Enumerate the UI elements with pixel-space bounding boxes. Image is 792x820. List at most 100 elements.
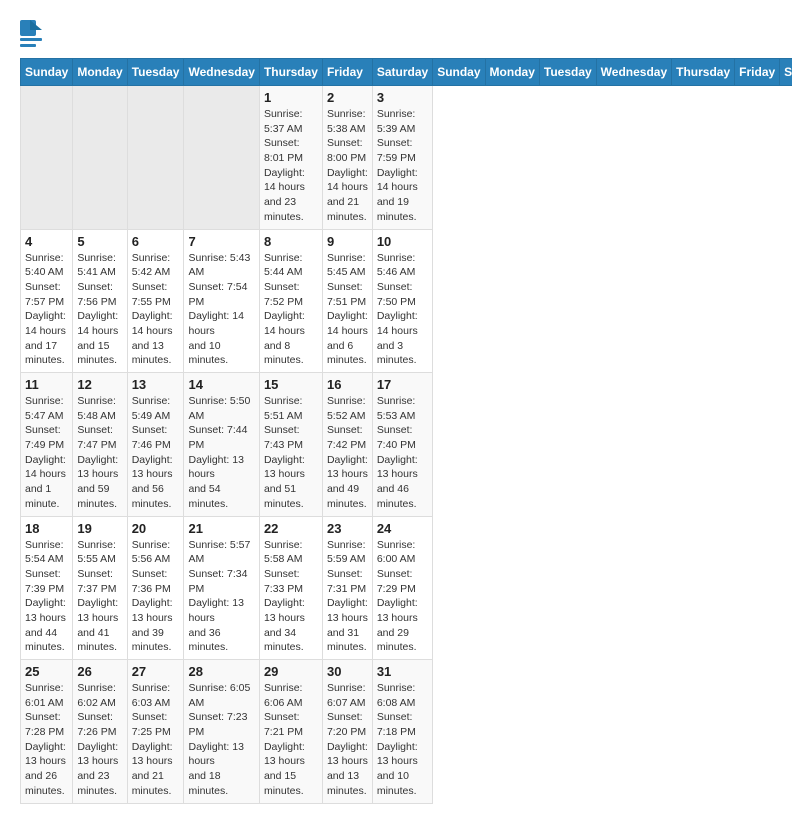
day-info: Sunrise: 5:51 AMSunset: 7:43 PMDaylight:… bbox=[264, 394, 318, 512]
calendar-cell: 7 Sunrise: 5:43 AMSunset: 7:54 PMDaylight… bbox=[184, 229, 259, 373]
calendar-cell: 1 Sunrise: 5:37 AMSunset: 8:01 PMDaylight… bbox=[259, 86, 322, 230]
day-of-week-header: Wednesday bbox=[184, 59, 259, 86]
day-number: 3 bbox=[377, 90, 428, 105]
logo-icon bbox=[20, 20, 42, 50]
day-of-week-header: Tuesday bbox=[127, 59, 184, 86]
calendar-cell: 17Sunrise: 5:53 AMSunset: 7:40 PMDayligh… bbox=[372, 373, 432, 517]
day-number: 29 bbox=[264, 664, 318, 679]
calendar-cell: 2Sunrise: 5:38 AMSunset: 8:00 PMDaylight… bbox=[322, 86, 372, 230]
calendar-cell: 28Sunrise: 6:05 AMSunset: 7:23 PMDayligh… bbox=[184, 660, 259, 804]
day-info: Sunrise: 5:37 AMSunset: 8:01 PMDaylight:… bbox=[264, 107, 318, 225]
day-number: 7 bbox=[188, 234, 254, 249]
day-number: 26 bbox=[77, 664, 122, 679]
day-info: Sunrise: 5:44 AMSunset: 7:52 PMDaylight:… bbox=[264, 251, 318, 369]
day-info: Sunrise: 5:43 AMSunset: 7:54 PMDaylight:… bbox=[188, 251, 254, 369]
day-of-week-header: Friday bbox=[735, 59, 780, 86]
calendar-week-row: 1 Sunrise: 5:37 AMSunset: 8:01 PMDaylight… bbox=[21, 86, 792, 230]
day-of-week-header: Sunday bbox=[21, 59, 73, 86]
calendar-week-row: 18 Sunrise: 5:54 AMSunset: 7:39 PMDayligh… bbox=[21, 516, 792, 660]
calendar-cell: 22Sunrise: 5:58 AMSunset: 7:33 PMDayligh… bbox=[259, 516, 322, 660]
calendar-cell: 27 Sunrise: 6:03 AMSunset: 7:25 PMDayligh… bbox=[127, 660, 184, 804]
day-info: Sunrise: 5:42 AMSunset: 7:55 PMDaylight:… bbox=[132, 251, 180, 369]
day-number: 14 bbox=[188, 377, 254, 392]
day-info: Sunrise: 5:52 AMSunset: 7:42 PMDaylight:… bbox=[327, 394, 368, 512]
day-number: 24 bbox=[377, 521, 428, 536]
calendar-cell: 30 Sunrise: 6:07 AMSunset: 7:20 PMDayligh… bbox=[322, 660, 372, 804]
day-info: Sunrise: 5:58 AMSunset: 7:33 PMDaylight:… bbox=[264, 538, 318, 656]
calendar-header-row: SundayMondayTuesdayWednesdayThursdayFrid… bbox=[21, 59, 792, 86]
day-of-week-header: Monday bbox=[485, 59, 539, 86]
calendar-week-row: 11 Sunrise: 5:47 AMSunset: 7:49 PMDayligh… bbox=[21, 373, 792, 517]
day-info: Sunrise: 6:03 AMSunset: 7:25 PMDaylight:… bbox=[132, 681, 180, 799]
day-number: 16 bbox=[327, 377, 368, 392]
calendar-cell: 25Sunrise: 6:01 AMSunset: 7:28 PMDayligh… bbox=[21, 660, 73, 804]
calendar-cell: 13Sunrise: 5:49 AMSunset: 7:46 PMDayligh… bbox=[127, 373, 184, 517]
calendar-cell: 18 Sunrise: 5:54 AMSunset: 7:39 PMDayligh… bbox=[21, 516, 73, 660]
day-number: 27 bbox=[132, 664, 180, 679]
day-info: Sunrise: 6:02 AMSunset: 7:26 PMDaylight:… bbox=[77, 681, 122, 799]
calendar-cell: 4 Sunrise: 5:40 AMSunset: 7:57 PMDaylight… bbox=[21, 229, 73, 373]
day-info: Sunrise: 5:48 AMSunset: 7:47 PMDaylight:… bbox=[77, 394, 122, 512]
day-info: Sunrise: 5:54 AMSunset: 7:39 PMDaylight:… bbox=[25, 538, 68, 656]
day-info: Sunrise: 5:38 AMSunset: 8:00 PMDaylight:… bbox=[327, 107, 368, 225]
day-info: Sunrise: 5:49 AMSunset: 7:46 PMDaylight:… bbox=[132, 394, 180, 512]
calendar-cell: 14 Sunrise: 5:50 AMSunset: 7:44 PMDayligh… bbox=[184, 373, 259, 517]
day-of-week-header: Saturday bbox=[780, 59, 792, 86]
calendar-cell: 16 Sunrise: 5:52 AMSunset: 7:42 PMDayligh… bbox=[322, 373, 372, 517]
day-number: 30 bbox=[327, 664, 368, 679]
calendar-cell: 23Sunrise: 5:59 AMSunset: 7:31 PMDayligh… bbox=[322, 516, 372, 660]
day-number: 11 bbox=[25, 377, 68, 392]
calendar-cell: 8Sunrise: 5:44 AMSunset: 7:52 PMDaylight… bbox=[259, 229, 322, 373]
calendar-cell: 21Sunrise: 5:57 AMSunset: 7:34 PMDayligh… bbox=[184, 516, 259, 660]
day-number: 12 bbox=[77, 377, 122, 392]
day-info: Sunrise: 5:57 AMSunset: 7:34 PMDaylight:… bbox=[188, 538, 254, 656]
calendar-cell: 24 Sunrise: 6:00 AMSunset: 7:29 PMDayligh… bbox=[372, 516, 432, 660]
calendar-cell: 19 Sunrise: 5:55 AMSunset: 7:37 PMDayligh… bbox=[73, 516, 127, 660]
day-number: 20 bbox=[132, 521, 180, 536]
day-number: 5 bbox=[77, 234, 122, 249]
calendar-cell: 10 Sunrise: 5:46 AMSunset: 7:50 PMDayligh… bbox=[372, 229, 432, 373]
day-info: Sunrise: 5:39 AMSunset: 7:59 PMDaylight:… bbox=[377, 107, 428, 225]
day-info: Sunrise: 5:41 AMSunset: 7:56 PMDaylight:… bbox=[77, 251, 122, 369]
calendar-cell: 31Sunrise: 6:08 AMSunset: 7:18 PMDayligh… bbox=[372, 660, 432, 804]
day-number: 17 bbox=[377, 377, 428, 392]
day-info: Sunrise: 5:50 AMSunset: 7:44 PMDaylight:… bbox=[188, 394, 254, 512]
day-info: Sunrise: 6:05 AMSunset: 7:23 PMDaylight:… bbox=[188, 681, 254, 799]
calendar-week-row: 4 Sunrise: 5:40 AMSunset: 7:57 PMDaylight… bbox=[21, 229, 792, 373]
day-of-week-header: Thursday bbox=[672, 59, 735, 86]
calendar-week-row: 25Sunrise: 6:01 AMSunset: 7:28 PMDayligh… bbox=[21, 660, 792, 804]
day-info: Sunrise: 6:07 AMSunset: 7:20 PMDaylight:… bbox=[327, 681, 368, 799]
calendar-cell bbox=[73, 86, 127, 230]
calendar-cell bbox=[127, 86, 184, 230]
day-number: 25 bbox=[25, 664, 68, 679]
day-info: Sunrise: 6:08 AMSunset: 7:18 PMDaylight:… bbox=[377, 681, 428, 799]
day-info: Sunrise: 5:40 AMSunset: 7:57 PMDaylight:… bbox=[25, 251, 68, 369]
calendar-cell: 9Sunrise: 5:45 AMSunset: 7:51 PMDaylight… bbox=[322, 229, 372, 373]
calendar-cell: 11 Sunrise: 5:47 AMSunset: 7:49 PMDayligh… bbox=[21, 373, 73, 517]
calendar-cell: 20Sunrise: 5:56 AMSunset: 7:36 PMDayligh… bbox=[127, 516, 184, 660]
day-number: 18 bbox=[25, 521, 68, 536]
day-info: Sunrise: 5:47 AMSunset: 7:49 PMDaylight:… bbox=[25, 394, 68, 512]
header-area bbox=[20, 16, 772, 50]
calendar-cell: 12 Sunrise: 5:48 AMSunset: 7:47 PMDayligh… bbox=[73, 373, 127, 517]
day-of-week-header: Friday bbox=[322, 59, 372, 86]
day-of-week-header: Sunday bbox=[433, 59, 485, 86]
calendar-cell: 6Sunrise: 5:42 AMSunset: 7:55 PMDaylight… bbox=[127, 229, 184, 373]
day-number: 19 bbox=[77, 521, 122, 536]
day-number: 1 bbox=[264, 90, 318, 105]
day-info: Sunrise: 5:46 AMSunset: 7:50 PMDaylight:… bbox=[377, 251, 428, 369]
calendar-cell bbox=[184, 86, 259, 230]
day-of-week-header: Saturday bbox=[372, 59, 432, 86]
calendar-cell: 15 Sunrise: 5:51 AMSunset: 7:43 PMDayligh… bbox=[259, 373, 322, 517]
day-of-week-header: Monday bbox=[73, 59, 127, 86]
day-number: 10 bbox=[377, 234, 428, 249]
calendar-cell: 5 Sunrise: 5:41 AMSunset: 7:56 PMDaylight… bbox=[73, 229, 127, 373]
day-info: Sunrise: 6:00 AMSunset: 7:29 PMDaylight:… bbox=[377, 538, 428, 656]
day-info: Sunrise: 5:55 AMSunset: 7:37 PMDaylight:… bbox=[77, 538, 122, 656]
calendar-table: SundayMondayTuesdayWednesdayThursdayFrid… bbox=[20, 58, 792, 804]
day-of-week-header: Tuesday bbox=[539, 59, 596, 86]
calendar-cell bbox=[21, 86, 73, 230]
calendar-cell: 26 Sunrise: 6:02 AMSunset: 7:26 PMDayligh… bbox=[73, 660, 127, 804]
day-number: 4 bbox=[25, 234, 68, 249]
day-number: 15 bbox=[264, 377, 318, 392]
